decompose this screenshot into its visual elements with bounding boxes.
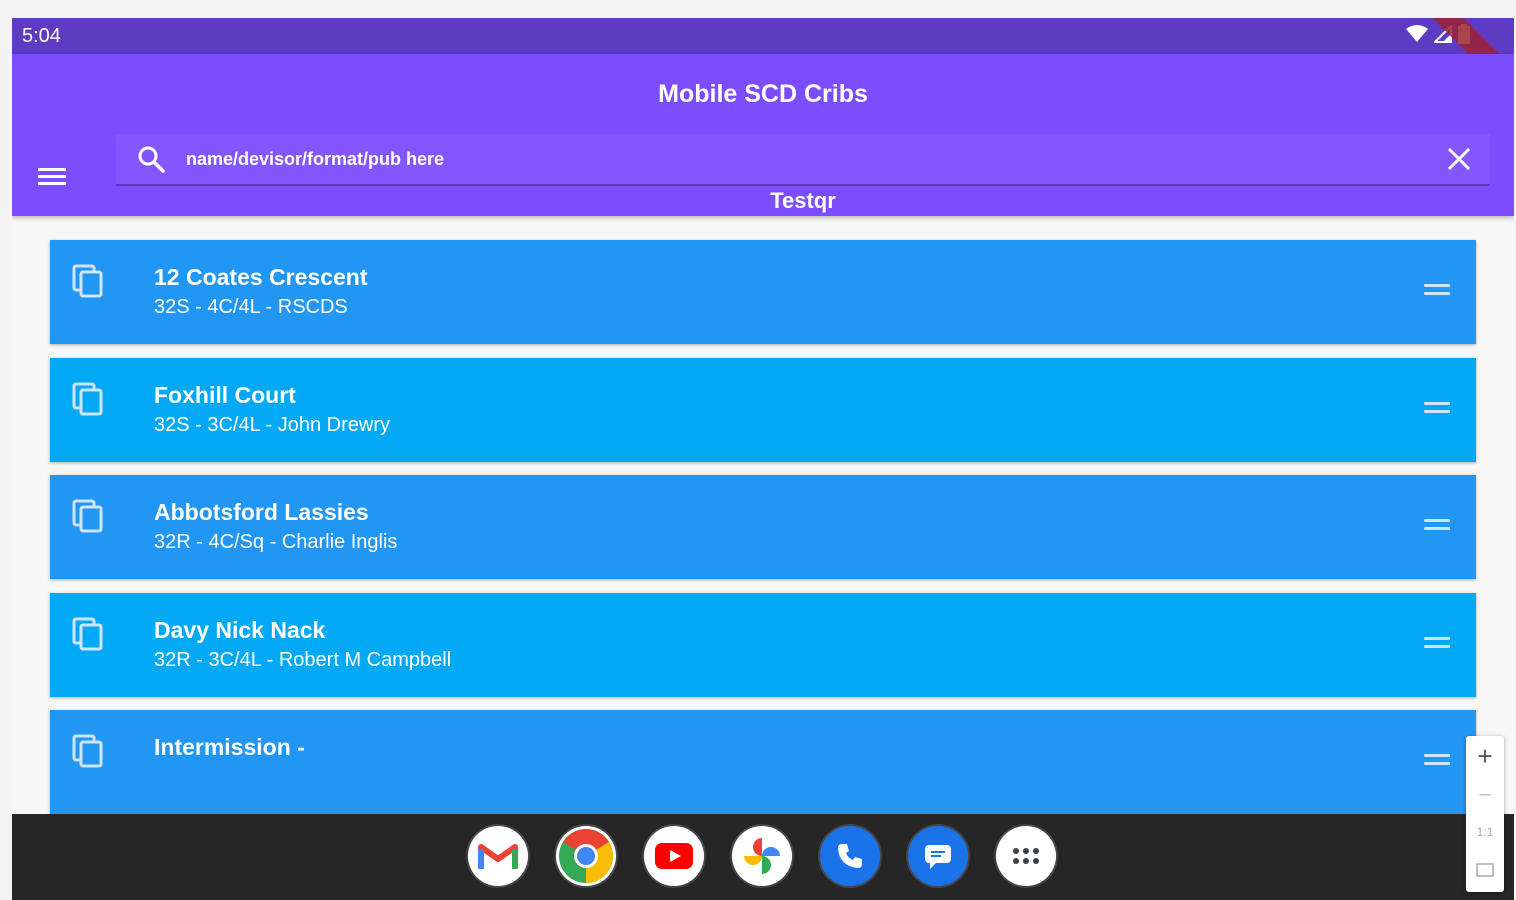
list-name-title: Testqr xyxy=(770,188,836,213)
drag-handle-icon[interactable] xyxy=(1424,637,1450,651)
zoom-reset-button[interactable]: 1:1 xyxy=(1466,814,1504,850)
status-bar: 5:04 xyxy=(12,18,1514,110)
youtube-app[interactable] xyxy=(644,826,704,886)
device-screen: 5:04 Mobile SCD Cribs name/devisor/forma… xyxy=(12,18,1514,900)
youtube-icon xyxy=(655,843,693,869)
fit-screen-icon xyxy=(1476,863,1494,877)
copy-icon[interactable] xyxy=(72,617,104,651)
zoom-out-button[interactable]: – xyxy=(1466,776,1504,812)
dance-details: 32S - 4C/4L - RSCDS xyxy=(154,296,348,318)
dance-title: Davy Nick Nack xyxy=(154,617,326,643)
chrome-icon xyxy=(559,829,613,883)
app-bar: Mobile SCD Cribs Testqr xyxy=(12,54,1514,216)
taskbar-dock xyxy=(12,814,1514,900)
app-title: Mobile SCD Cribs xyxy=(658,80,868,108)
photos-app[interactable] xyxy=(732,826,792,886)
search-input[interactable] xyxy=(184,144,1388,174)
gmail-app[interactable] xyxy=(468,826,528,886)
search-icon xyxy=(138,146,165,173)
dance-item[interactable]: Intermission - xyxy=(50,710,1476,814)
phone-icon xyxy=(838,844,862,868)
gmail-icon xyxy=(478,844,518,869)
dance-item[interactable]: Foxhill Court 32S - 3C/4L - John Drewry xyxy=(50,358,1476,462)
drag-handle-icon[interactable] xyxy=(1424,284,1450,298)
dance-details: 32R - 3C/4L - Robert M Campbell xyxy=(154,649,452,671)
fit-screen-button[interactable] xyxy=(1466,852,1504,888)
app-drawer-button[interactable] xyxy=(996,826,1056,886)
chrome-app[interactable] xyxy=(556,826,616,886)
dance-item[interactable]: Abbotsford Lassies 32R - 4C/Sq - Charlie… xyxy=(50,475,1476,579)
photos-icon xyxy=(744,838,780,874)
drag-handle-icon[interactable] xyxy=(1424,754,1450,768)
wifi-icon xyxy=(1406,25,1428,42)
search-bar xyxy=(116,134,1490,186)
copy-icon[interactable] xyxy=(72,499,104,533)
dance-details: 32S - 3C/4L - John Drewry xyxy=(154,414,391,436)
dance-details: 32R - 4C/Sq - Charlie Inglis xyxy=(154,531,398,553)
dance-title: 12 Coates Crescent xyxy=(154,264,368,290)
clear-search-icon[interactable] xyxy=(1446,146,1472,172)
copy-icon[interactable] xyxy=(72,382,104,416)
zoom-in-button[interactable]: + xyxy=(1466,738,1504,774)
messages-app[interactable] xyxy=(908,826,968,886)
zoom-control: + – 1:1 xyxy=(1466,736,1504,892)
dance-item[interactable]: 12 Coates Crescent 32S - 4C/4L - RSCDS xyxy=(50,240,1476,344)
copy-icon[interactable] xyxy=(72,264,104,298)
messages-icon xyxy=(925,845,951,869)
drag-handle-icon[interactable] xyxy=(1424,402,1450,416)
copy-icon[interactable] xyxy=(72,734,104,768)
dance-title: Abbotsford Lassies xyxy=(154,499,369,525)
status-time: 5:04 xyxy=(22,25,61,47)
drag-handle-icon[interactable] xyxy=(1424,519,1450,533)
dance-title: Foxhill Court xyxy=(154,382,296,408)
phone-app[interactable] xyxy=(820,826,880,886)
dance-title: Intermission - xyxy=(154,734,305,760)
app-drawer-icon xyxy=(1013,848,1039,864)
dance-item[interactable]: Davy Nick Nack 32R - 3C/4L - Robert M Ca… xyxy=(50,593,1476,697)
